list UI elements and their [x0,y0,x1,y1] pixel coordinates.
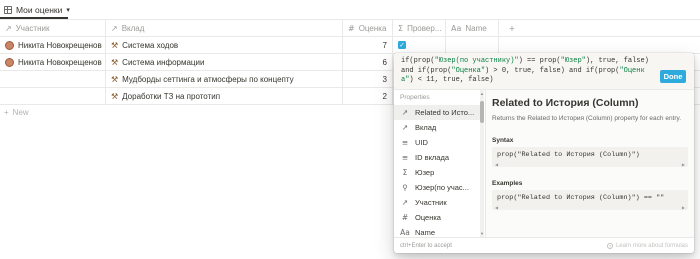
rating-cell[interactable]: 3 [343,71,393,87]
number-hash-icon: # [348,23,355,33]
hammer-icon: ⚒ [111,40,119,50]
learn-more-link[interactable]: ? Learn more about formulas [606,242,688,249]
view-tab[interactable]: Мои оценки ▾ [4,3,70,17]
chevron-down-icon: ▾ [66,7,70,14]
scroll-up-arrow-icon[interactable]: ▲ [480,91,484,96]
name-cell[interactable] [446,37,499,53]
participant-cell[interactable]: Никита Новокрещенов [0,37,106,53]
code-scrollbar[interactable]: ◀ ▶ [495,163,685,167]
text-lines-icon: ≡ [401,138,409,147]
help-description: Returns the Related to История (Column) … [492,115,682,122]
hammer-icon: ⚒ [111,74,119,84]
relation-arrow-icon: ↗ [401,198,409,207]
text-aa-icon: Aa [400,228,410,237]
property-item[interactable]: # Оценка [394,210,480,225]
formula-editor-popup: if(prop("Юзер(по участнику)") == prop("Ю… [394,53,694,253]
rating-cell[interactable]: 6 [343,54,393,70]
property-item[interactable]: ≡ UID [394,135,480,150]
hammer-icon: ⚒ [111,57,119,67]
syntax-code: prop("Related to История (Column)") [497,151,640,159]
help-panel: Related to История (Column) Returns the … [486,90,694,237]
avatar [5,57,14,67]
contribution-cell[interactable]: ⚒ Система ходов [106,37,343,53]
avatar [5,40,14,50]
participant-cell[interactable]: Никита Новокрещенов [0,54,106,70]
rating-cell[interactable]: 2 [343,88,393,104]
view-name: Мои оценки [16,5,63,15]
contribution-cell[interactable]: ⚒ Мудборды сеттинга и атмосферы по конце… [106,71,343,87]
column-header-check[interactable]: Σ Провер... [393,20,446,36]
number-hash-icon: # [401,213,409,222]
done-button[interactable]: Done [660,70,686,83]
scroll-down-arrow-icon[interactable]: ▼ [480,231,484,236]
hammer-icon: ⚒ [111,91,119,101]
property-item[interactable]: ↗ Related to Исто... [394,105,480,120]
property-item[interactable]: ⚲ Юзер(по учас... [394,180,480,195]
question-circle-icon: ? [606,242,613,249]
check-cell[interactable]: ✓ [393,37,446,53]
property-item[interactable]: Σ Юзер [394,165,480,180]
column-header-contribution[interactable]: ↗ Вклад [106,20,343,36]
scrollbar-thumb[interactable] [480,101,484,123]
formula-sigma-icon: Σ [398,23,404,33]
plus-icon: + [4,108,9,117]
properties-list: Properties ↗ Related to Исто... ↗ Вклад … [394,90,486,237]
example-code-box: prop("Related to История (Column)") == "… [492,190,688,210]
accept-hint: ctrl+Enter to accept [400,242,452,249]
syntax-code-box: prop("Related to История (Column)") ◀ ▶ [492,147,688,167]
rating-cell[interactable]: 7 [343,37,393,53]
add-column-button[interactable]: + [499,20,525,36]
column-header-name[interactable]: Aa Name [446,20,499,36]
properties-heading: Properties [400,94,430,101]
property-item[interactable]: ≡ ID вклада [394,150,480,165]
contribution-cell[interactable]: ⚒ Система информации [106,54,343,70]
property-item[interactable]: Aa Name [394,225,480,237]
relation-arrow-icon: ↗ [401,123,409,132]
table-header: ↗ Участник ↗ Вклад # Оценка Σ Провер... … [0,20,700,37]
syntax-label: Syntax [492,137,514,144]
formula-input[interactable]: if(prop("Юзер(по участнику)") == prop("Ю… [394,53,694,90]
column-header-rating[interactable]: # Оценка [343,20,393,36]
contribution-cell[interactable]: ⚒ Доработки ТЗ на прототип [106,88,343,104]
participant-cell[interactable] [0,88,106,104]
popup-footer: ctrl+Enter to accept ? Learn more about … [394,237,694,253]
formula-sigma-icon: Σ [402,168,408,177]
relation-arrow-icon: ↗ [111,23,118,33]
table-row[interactable]: Никита Новокрещенов ⚒ Система ходов 7 ✓ [0,37,700,54]
property-item[interactable]: ↗ Вклад [394,120,480,135]
new-row-button[interactable]: + New [4,108,29,117]
property-item[interactable]: ↗ Участник [394,195,480,210]
help-title: Related to История (Column) [492,97,639,109]
checkbox-checked-icon: ✓ [398,41,406,49]
code-scrollbar[interactable]: ◀ ▶ [495,206,685,210]
column-header-participant[interactable]: ↗ Участник [0,20,106,36]
examples-label: Examples [492,180,523,187]
plus-icon: + [508,23,516,33]
text-lines-icon: ≡ [401,153,409,162]
table-icon [4,6,12,14]
formula-expression[interactable]: if(prop("Юзер(по участнику)") == prop("Ю… [401,57,653,86]
relation-arrow-icon: ↗ [401,108,409,117]
participant-cell[interactable] [0,71,106,87]
text-aa-icon: Aa [451,23,462,33]
example-code: prop("Related to История (Column)") == "… [497,194,665,202]
relation-arrow-icon: ↗ [5,23,12,33]
rollup-search-icon: ⚲ [402,183,408,192]
